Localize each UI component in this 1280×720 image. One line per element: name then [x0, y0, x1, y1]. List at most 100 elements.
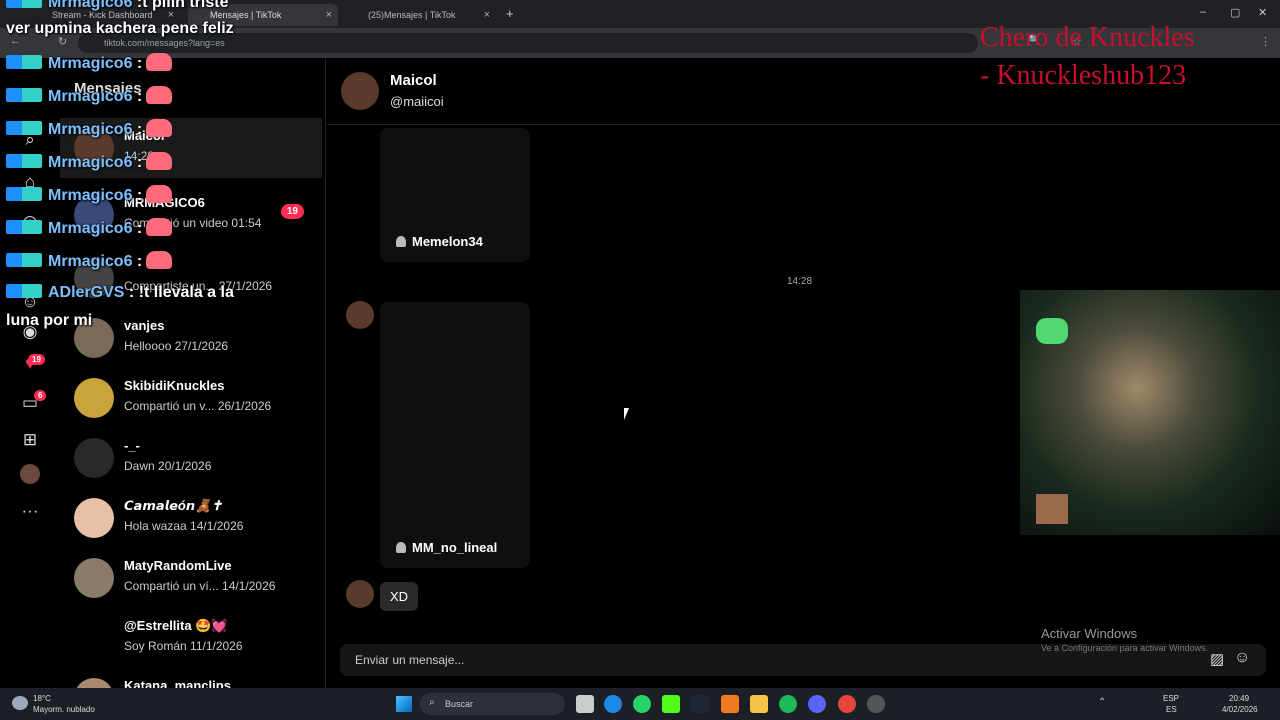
- conversation-name: Katana_manclips: [124, 678, 231, 688]
- file-explorer-icon[interactable]: [750, 695, 768, 713]
- chat-avatar[interactable]: [341, 72, 379, 110]
- messages-badge: 6: [34, 390, 47, 401]
- heart-icon: [146, 218, 173, 236]
- heart-icon: [146, 185, 173, 203]
- conversation-item[interactable]: 𝘾𝙖𝙢𝙖𝙡𝙚ó𝙣🧸✝ Hola wazaa 14/1/2026: [60, 488, 322, 548]
- shared-video-card[interactable]: MM_no_lineal: [380, 302, 530, 568]
- edge-icon[interactable]: [604, 695, 622, 713]
- activate-windows-title: Activar Windows: [1041, 626, 1138, 641]
- chrome-icon[interactable]: [838, 695, 856, 713]
- conversation-name: SkibidiKnuckles: [124, 378, 225, 393]
- unread-badge: 19: [280, 204, 304, 219]
- conversation-item[interactable]: vanjes Helloooo 27/1/2026: [60, 308, 322, 368]
- search-icon: ⌕: [429, 697, 435, 708]
- video-author: MM_no_lineal: [396, 540, 497, 555]
- shared-video-card[interactable]: Memelon34: [380, 128, 530, 262]
- heart-icon: [146, 251, 173, 269]
- kick-icon[interactable]: [662, 695, 680, 713]
- conversation-name: 𝘾𝙖𝙢𝙖𝙡𝙚ó𝙣🧸✝: [124, 498, 223, 513]
- stream-chat-line: luna por mi: [6, 312, 93, 329]
- conversation-preview: Compartió un v... 26/1/2026: [124, 399, 272, 413]
- discord-icon[interactable]: [808, 695, 826, 713]
- avatar: [74, 678, 114, 688]
- weather-desc: Mayorm. nublado: [33, 705, 95, 714]
- weather-icon[interactable]: [12, 696, 28, 710]
- language-indicator[interactable]: ESP: [1163, 694, 1179, 703]
- close-icon[interactable]: ×: [484, 9, 490, 21]
- conversation-item[interactable]: -_- Dawn 20/1/2026: [60, 428, 322, 488]
- user-icon: [396, 542, 406, 553]
- message-input-placeholder: Enviar un mensaje...: [355, 653, 465, 667]
- stream-chat-line: Mrmagico6 :: [6, 53, 173, 73]
- stream-watermark: Chero de Knuckles: [980, 22, 1195, 53]
- video-author-name: Memelon34: [412, 234, 483, 249]
- stream-chat-line: Mrmagico6 :: [6, 152, 173, 172]
- avatar: [74, 618, 114, 658]
- stream-chat-line: Mrmagico6 :: [6, 119, 173, 139]
- taskbar-search-label: Buscar: [445, 699, 474, 709]
- stream-chat-line: Mrmagico6 :t pilin triste: [6, 0, 228, 12]
- conversation-item[interactable]: Katana_manclips: [60, 668, 322, 688]
- more-icon[interactable]: ···: [18, 499, 42, 523]
- task-view-icon[interactable]: [576, 695, 594, 713]
- conversation-preview: Hola wazaa 14/1/2026: [124, 519, 244, 533]
- maximize-icon[interactable]: ▢: [1230, 6, 1240, 19]
- heart-icon: [146, 119, 173, 137]
- steam-icon[interactable]: [691, 695, 709, 713]
- chat-handle: @maiicoi: [390, 94, 444, 109]
- clock-time[interactable]: 20:49: [1229, 694, 1249, 703]
- conversation-preview: Helloooo 27/1/2026: [124, 339, 229, 353]
- activate-windows-subtitle: Ve a Configuración para activar Windows.: [1041, 643, 1209, 653]
- whatsapp-icon[interactable]: [633, 695, 651, 713]
- stream-chat-line: ADlerGVS : !t llevala a la: [6, 284, 234, 302]
- app-icon[interactable]: [721, 695, 739, 713]
- video-author-name: MM_no_lineal: [412, 540, 498, 555]
- conversation-item[interactable]: SkibidiKnuckles Compartió un v... 26/1/2…: [60, 368, 322, 428]
- avatar: [74, 498, 114, 538]
- spotify-icon[interactable]: [779, 695, 797, 713]
- avatar: [74, 558, 114, 598]
- activity-badge: 19: [28, 354, 45, 365]
- upload-icon[interactable]: ⊞: [18, 428, 42, 452]
- close-window-icon[interactable]: ✕: [1258, 6, 1267, 19]
- new-tab-icon[interactable]: +: [506, 6, 514, 21]
- chat-name[interactable]: Maicol: [390, 72, 437, 89]
- obs-icon[interactable]: [867, 695, 885, 713]
- cursor-icon: [624, 408, 629, 420]
- close-icon[interactable]: ×: [326, 9, 332, 21]
- profile-avatar[interactable]: [20, 464, 40, 484]
- conversation-item[interactable]: MatyRandomLive Compartió un ví... 14/1/2…: [60, 548, 322, 608]
- video-author: Memelon34: [396, 234, 483, 249]
- thumbnail-image: [1036, 494, 1068, 524]
- image-icon[interactable]: ▨: [1210, 650, 1224, 668]
- tab-label: (25)Mensajes | TikTok: [368, 10, 456, 20]
- user-icon: [396, 236, 406, 247]
- clock-date: 4/02/2026: [1222, 705, 1258, 714]
- conversation-preview: Compartió un ví... 14/1/2026: [124, 579, 276, 593]
- weather-temp: 18°C: [33, 694, 51, 703]
- windows-start-icon[interactable]: [396, 696, 412, 712]
- chevron-up-icon[interactable]: ⌃: [1098, 697, 1106, 708]
- conversation-name: MatyRandomLive: [124, 558, 232, 573]
- avatar: [74, 378, 114, 418]
- tab-tiktok-messages-25[interactable]: (25)Mensajes | TikTok ×: [346, 4, 496, 26]
- emoji-icon[interactable]: ☺: [1234, 649, 1250, 667]
- conversation-name: @Estrellita 🤩💓: [124, 618, 228, 633]
- message-bubble: XD: [380, 582, 419, 611]
- conversation-name: vanjes: [124, 318, 165, 333]
- taskbar-search[interactable]: ⌕ Buscar: [420, 693, 565, 715]
- windows-taskbar: 18°C Mayorm. nublado ⌕ Buscar ⌃ ESP ES 2…: [0, 688, 1280, 720]
- message-timestamp: 14:28: [787, 276, 813, 287]
- alien-sticker-icon: [1036, 318, 1068, 344]
- avatar: [74, 438, 114, 478]
- stream-chat-line: Mrmagico6 :: [6, 218, 173, 238]
- conversation-item[interactable]: @Estrellita 🤩💓 Soy Román 11/1/2026: [60, 608, 322, 668]
- message-avatar[interactable]: [346, 301, 374, 329]
- heart-icon: [146, 152, 173, 170]
- minimize-icon[interactable]: –: [1200, 6, 1206, 18]
- message-avatar[interactable]: [346, 580, 374, 608]
- stream-chat-line: Mrmagico6 :: [6, 185, 173, 205]
- stream-chat-line: ver upmina kachera pene feliz: [6, 20, 234, 37]
- language-indicator-sub: ES: [1166, 705, 1177, 714]
- menu-icon[interactable]: ⋮: [1260, 35, 1271, 48]
